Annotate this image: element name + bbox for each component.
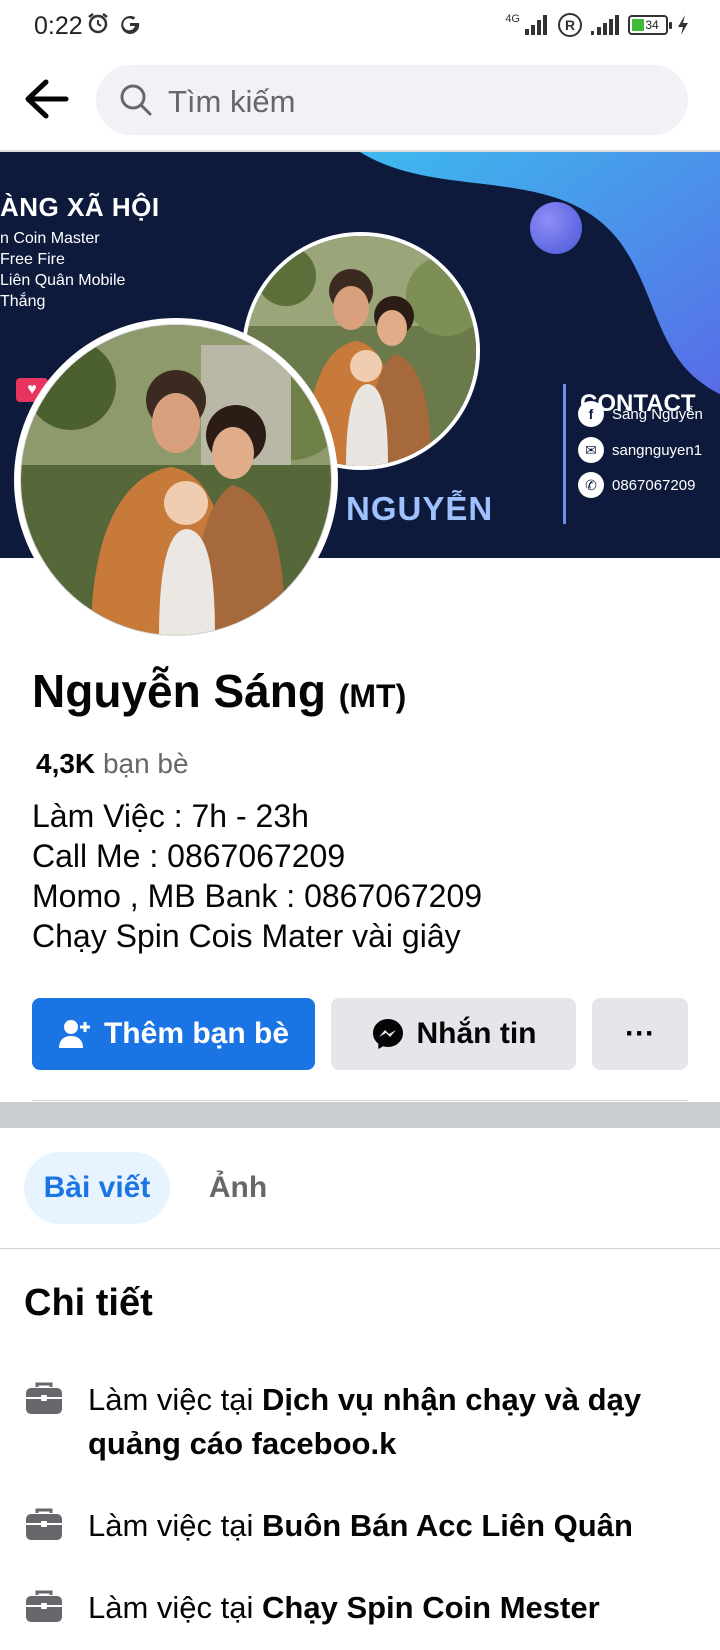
profile-name-suffix: (MT) [338, 678, 407, 714]
search-input[interactable]: Tìm kiếm [96, 65, 688, 135]
detail-item-work[interactable]: Làm việc tại Buôn Bán Acc Liên Quân [24, 1504, 704, 1548]
detail-place: Chạy Spin Coin Mester [262, 1590, 600, 1625]
more-options-button[interactable]: ··· [592, 998, 688, 1070]
detail-prefix: Làm việc tại [88, 1590, 254, 1625]
cover-title: ÀNG XÃ HỘI [0, 192, 160, 222]
cover-contact-bar [563, 384, 566, 524]
back-button[interactable] [22, 76, 72, 122]
network-type-label: 4G [505, 13, 520, 25]
friends-count-line[interactable]: 4,3K bạn bè [36, 748, 189, 780]
briefcase-icon [26, 1508, 62, 1540]
back-arrow-icon [25, 79, 69, 119]
google-icon [121, 15, 140, 34]
add-friend-label: Thêm bạn bè [103, 1017, 290, 1050]
cover-contact-text: Sáng Nguyễn [612, 405, 703, 423]
tab-posts[interactable]: Bài viết [24, 1152, 170, 1224]
profile-bio: Làm Việc : 7h - 23h Call Me : 0867067209… [32, 796, 482, 956]
bio-line: Làm Việc : 7h - 23h [32, 798, 309, 834]
tabs-divider [0, 1248, 720, 1249]
section-separator [0, 1102, 720, 1128]
friends-label: bạn bè [102, 748, 189, 779]
detail-prefix: Làm việc tại [88, 1382, 254, 1417]
add-friend-icon [58, 1020, 90, 1048]
roaming-icon: R [558, 13, 582, 37]
battery-level: 34 [645, 18, 659, 32]
cover-list: n Coin Master Free Fire Liên Quân Mobile… [0, 228, 125, 312]
search-placeholder: Tìm kiếm [168, 84, 296, 119]
profile-name-text: Nguyễn Sáng [32, 665, 326, 717]
search-header: Tìm kiếm [0, 62, 720, 136]
signal-icon [525, 15, 547, 35]
alarm-icon [88, 13, 108, 34]
mail-icon: ✉ [578, 437, 604, 463]
status-time: 0:22 [34, 12, 83, 40]
cover-list-item: Free Fire [0, 251, 65, 268]
profile-name: Nguyễn Sáng (MT) [32, 664, 406, 718]
details-title: Chi tiết [24, 1282, 153, 1324]
bio-line: Call Me : 0867067209 [32, 838, 346, 874]
bio-line: Chạy Spin Cois Mater vài giây [32, 918, 461, 954]
charging-icon [678, 15, 688, 35]
actions-divider [32, 1100, 688, 1101]
detail-item-work[interactable]: Làm việc tại Dịch vụ nhận chạy và dạy qu… [24, 1378, 704, 1466]
cover-list-item: Liên Quân Mobile [0, 272, 126, 289]
add-friend-button[interactable]: Thêm bạn bè [32, 998, 315, 1070]
cover-name: NGUYỄN [346, 490, 494, 527]
detail-prefix: Làm việc tại [88, 1508, 254, 1543]
search-icon [120, 84, 152, 116]
detail-place: Buôn Bán Acc Liên Quân [262, 1508, 633, 1543]
detail-item-work[interactable]: Làm việc tại Chạy Spin Coin Mester [24, 1586, 704, 1630]
phone-icon: ✆ [578, 472, 604, 498]
briefcase-icon [26, 1590, 62, 1622]
facebook-icon: f [578, 401, 604, 427]
cover-contact-row: f Sáng Nguyễn [578, 401, 703, 427]
cover-contact-row: ✆ 0867067209 [578, 472, 695, 498]
status-bar: 0:22 4G R 34 [0, 0, 720, 54]
battery-icon: 34 [628, 15, 672, 35]
cover-ball [530, 202, 582, 254]
bio-line: Momo , MB Bank : 0867067209 [32, 878, 483, 914]
messenger-icon [372, 1019, 403, 1049]
briefcase-icon [26, 1382, 62, 1414]
more-options-icon: ··· [625, 1017, 655, 1050]
avatar-image [21, 325, 331, 635]
profile-avatar[interactable] [14, 318, 338, 642]
cover-list-item: Thắng [0, 293, 46, 310]
cover-contact-row: ✉ sangnguyen1 [578, 437, 702, 463]
message-label: Nhắn tin [416, 1017, 537, 1050]
cover-list-item: n Coin Master [0, 230, 100, 247]
message-button[interactable]: Nhắn tin [331, 998, 576, 1070]
tab-photos[interactable]: Ảnh [186, 1152, 290, 1224]
cover-contact-text: sangnguyen1 [612, 441, 703, 459]
signal-icon-2 [591, 15, 619, 35]
cover-contact-text: 0867067209 [612, 476, 696, 494]
friends-count: 4,3K [36, 748, 96, 779]
